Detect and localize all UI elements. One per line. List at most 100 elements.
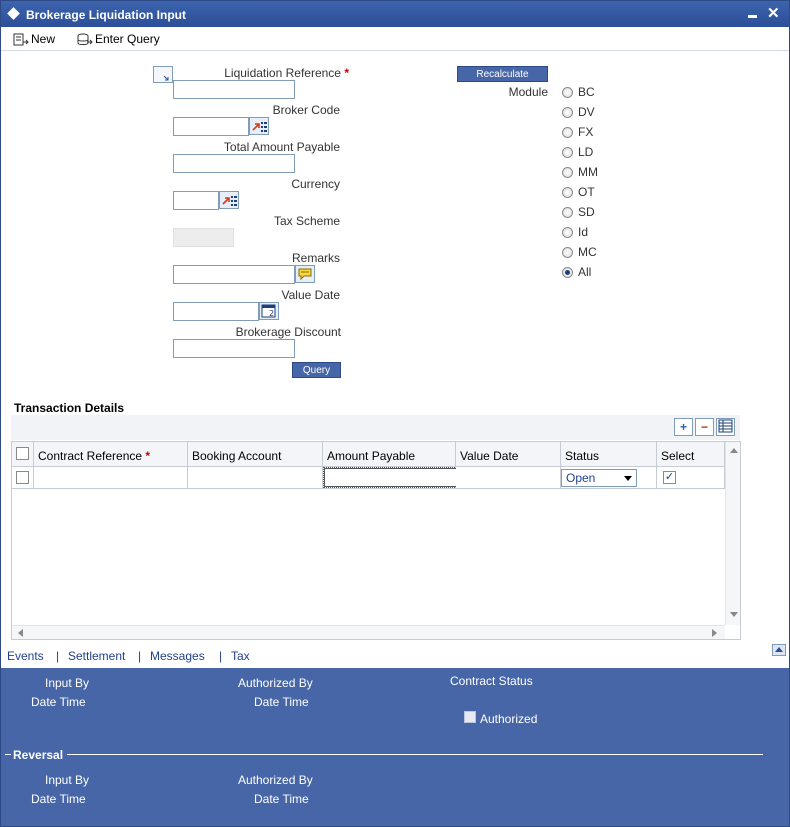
column-header-value-date[interactable]: Value Date bbox=[456, 442, 561, 467]
amount-payable-cell bbox=[323, 467, 467, 489]
module-radio-all[interactable] bbox=[562, 267, 573, 278]
column-header-status[interactable]: Status bbox=[561, 442, 657, 467]
row-selected-checkbox[interactable]: ✓ bbox=[663, 471, 676, 484]
add-row-icon[interactable]: + bbox=[674, 418, 693, 436]
module-radio-fx[interactable] bbox=[562, 127, 573, 138]
authorized-label: Authorized bbox=[480, 712, 538, 726]
remarks-label: Remarks bbox=[291, 251, 340, 265]
module-label-sd: SD bbox=[578, 205, 595, 219]
liquidation-reference-label: Liquidation Reference * bbox=[181, 66, 349, 80]
contract-reference-cell[interactable] bbox=[34, 467, 188, 489]
tab-separator: | bbox=[138, 649, 142, 663]
reversal-date-time-label: Date Time bbox=[31, 792, 86, 806]
currency-lov-icon[interactable] bbox=[219, 191, 239, 209]
authorized-by-label: Authorized By bbox=[238, 676, 313, 690]
total-amount-payable-input[interactable] bbox=[173, 154, 295, 173]
status-select[interactable]: Open bbox=[561, 469, 637, 487]
module-radio-ld[interactable] bbox=[562, 147, 573, 158]
column-header-amount-payable[interactable]: Amount Payable bbox=[323, 442, 456, 467]
remarks-edit-icon[interactable] bbox=[295, 265, 315, 283]
module-label-mc: MC bbox=[578, 245, 597, 259]
module-radio-ot[interactable] bbox=[562, 187, 573, 198]
select-all-checkbox[interactable] bbox=[16, 447, 29, 460]
module-label-all: All bbox=[578, 265, 592, 279]
reversal-authorized-date-time-label: Date Time bbox=[254, 792, 309, 806]
module-label-dv: DV bbox=[578, 105, 595, 119]
contract-status-label: Contract Status bbox=[450, 674, 533, 688]
tab-settlement[interactable]: Settlement bbox=[68, 649, 125, 663]
select-all-header bbox=[12, 442, 34, 467]
booking-account-cell[interactable] bbox=[188, 467, 323, 489]
minimize-icon[interactable] bbox=[748, 15, 757, 18]
close-icon[interactable]: ✕ bbox=[767, 4, 780, 22]
query-database-icon bbox=[77, 33, 93, 46]
scroll-left-icon[interactable] bbox=[18, 629, 23, 637]
module-radio-bc[interactable] bbox=[562, 87, 573, 98]
liquidation-reference-input[interactable] bbox=[173, 80, 295, 99]
enter-query-button[interactable]: Enter Query bbox=[77, 30, 160, 48]
toolbar: New Enter Query bbox=[1, 27, 789, 51]
tax-scheme-label: Tax Scheme bbox=[273, 214, 340, 228]
reversal-divider-right bbox=[67, 754, 763, 755]
module-label-bc: BC bbox=[578, 85, 595, 99]
module-radio-mm[interactable] bbox=[562, 167, 573, 178]
single-view-icon[interactable] bbox=[716, 418, 735, 436]
reversal-heading: Reversal bbox=[13, 748, 64, 762]
grid-toolbar: + − bbox=[11, 415, 740, 440]
remarks-input[interactable] bbox=[173, 265, 295, 284]
value-date-input[interactable] bbox=[173, 302, 259, 321]
query-button[interactable]: Query bbox=[292, 362, 341, 378]
delete-row-icon[interactable]: − bbox=[695, 418, 714, 436]
scroll-down-icon[interactable] bbox=[730, 612, 738, 617]
liquidation-reference-label-text: Liquidation Reference bbox=[224, 66, 341, 80]
module-label-ot: OT bbox=[578, 185, 595, 199]
calendar-icon[interactable]: 2 bbox=[259, 302, 279, 320]
reversal-authorized-by-label: Authorized By bbox=[238, 773, 313, 787]
brokerage-discount-input[interactable] bbox=[173, 339, 295, 358]
vertical-scrollbar[interactable] bbox=[725, 442, 740, 625]
module-label-fx: FX bbox=[578, 125, 594, 139]
module-radio-dv[interactable] bbox=[562, 107, 573, 118]
window-diamond-icon bbox=[7, 7, 20, 20]
tab-tax[interactable]: Tax bbox=[231, 649, 250, 663]
transaction-details-grid: Contract Reference * Booking Account Amo… bbox=[11, 441, 741, 640]
reversal-input-by-label: Input By bbox=[45, 773, 90, 787]
collapse-icon[interactable] bbox=[772, 644, 786, 656]
tab-events[interactable]: Events bbox=[7, 649, 44, 663]
column-header-select[interactable]: Select bbox=[657, 442, 725, 467]
module-label: Module bbox=[508, 85, 548, 99]
authorized-checkbox bbox=[464, 711, 476, 723]
column-header-contract-reference[interactable]: Contract Reference * bbox=[34, 442, 188, 467]
horizontal-scrollbar[interactable] bbox=[12, 625, 725, 639]
currency-input[interactable] bbox=[173, 191, 219, 210]
window-title: Brokerage Liquidation Input bbox=[26, 8, 187, 22]
scroll-up-icon[interactable] bbox=[730, 448, 738, 453]
scroll-right-icon[interactable] bbox=[712, 629, 717, 637]
title-bar: Brokerage Liquidation Input ✕ bbox=[1, 1, 789, 27]
total-amount-payable-label: Total Amount Payable bbox=[223, 140, 340, 154]
column-header-booking-account[interactable]: Booking Account bbox=[188, 442, 323, 467]
tab-separator: | bbox=[219, 649, 223, 663]
tax-scheme-input bbox=[173, 228, 234, 247]
new-button[interactable]: New bbox=[13, 30, 55, 48]
value-date-label: Value Date bbox=[281, 288, 340, 302]
recalculate-button[interactable]: Recalculate bbox=[457, 66, 548, 82]
status-select-value: Open bbox=[566, 471, 596, 485]
module-label-mm: MM bbox=[578, 165, 598, 179]
value-date-cell[interactable] bbox=[456, 467, 561, 489]
new-document-icon bbox=[13, 33, 29, 46]
module-radio-mc[interactable] bbox=[562, 247, 573, 258]
brokerage-liquidation-window: Brokerage Liquidation Input ✕ New Enter … bbox=[0, 0, 790, 827]
subsystem-tabs: Events | Settlement | Messages | Tax bbox=[1, 644, 789, 668]
module-radio-id[interactable] bbox=[562, 227, 573, 238]
expand-form-icon[interactable] bbox=[153, 66, 173, 83]
broker-code-input[interactable] bbox=[173, 117, 249, 136]
broker-code-label: Broker Code bbox=[272, 103, 340, 117]
module-radio-sd[interactable] bbox=[562, 207, 573, 218]
broker-code-lov-icon[interactable] bbox=[249, 117, 269, 135]
row-select-checkbox[interactable] bbox=[16, 471, 29, 484]
brokerage-discount-label: Brokerage Discount bbox=[235, 325, 341, 339]
amount-payable-input[interactable] bbox=[323, 467, 467, 488]
audit-footer: Input By Date Time Authorized By Date Ti… bbox=[1, 668, 789, 826]
tab-messages[interactable]: Messages bbox=[150, 649, 205, 663]
